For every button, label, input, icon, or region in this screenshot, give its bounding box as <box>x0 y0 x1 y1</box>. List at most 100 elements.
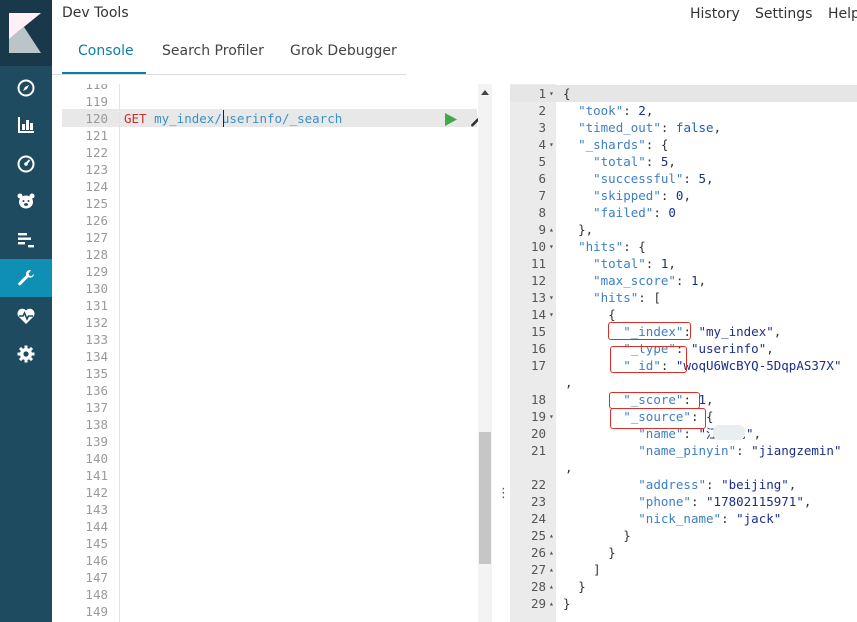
editor-line-number: 127 <box>85 230 108 245</box>
output-line-number: 16 <box>530 341 546 356</box>
editor-scrollbar[interactable] <box>478 84 492 622</box>
editor-line-number: 146 <box>85 553 108 568</box>
tab-grok-debugger[interactable]: Grok Debugger <box>290 43 397 59</box>
editor-line-number: 147 <box>85 570 108 585</box>
fold-arrow-up-icon[interactable]: ▴ <box>549 595 556 612</box>
output-line-number: 5 <box>538 154 546 169</box>
output-line-number: 10 <box>530 239 546 254</box>
output-line-number: 11 <box>530 256 546 271</box>
editor-line-number: 131 <box>85 298 108 313</box>
scroll-up-arrow-icon[interactable] <box>481 90 489 95</box>
nav-dashboard[interactable] <box>0 145 52 183</box>
annotation-score-box <box>609 392 700 409</box>
compass-icon <box>17 79 35 97</box>
output-line-number: 27 <box>530 562 546 577</box>
kibana-logo[interactable] <box>0 0 52 66</box>
fold-arrow-down-icon[interactable]: ▾ <box>549 238 556 255</box>
editor-line-number: 139 <box>85 434 108 449</box>
editor-line-number: 133 <box>85 332 108 347</box>
editor-line-number: 118 <box>85 84 108 92</box>
fold-arrow-down-icon[interactable]: ▾ <box>549 306 556 323</box>
nav-monitoring[interactable] <box>0 297 52 335</box>
output-line-number: 8 <box>538 205 546 220</box>
output-code-line: } <box>623 528 631 543</box>
output-line-number: 2 <box>538 103 546 118</box>
nav-timelion[interactable] <box>0 182 52 220</box>
settings-link[interactable]: Settings <box>755 6 812 22</box>
editor-line-number: 119 <box>85 94 108 109</box>
output-code-line: "successful": 5, <box>593 171 714 186</box>
output-code-line: "skipped": 0, <box>593 188 691 203</box>
fold-arrow-down-icon[interactable]: ▾ <box>549 85 556 102</box>
fold-arrow-up-icon[interactable]: ▴ <box>549 578 556 595</box>
output-code-line: ] <box>593 562 601 577</box>
timeline-icon <box>18 233 34 248</box>
play-icon <box>445 113 457 126</box>
output-line-number <box>510 459 546 476</box>
output-code-line: }, <box>578 222 594 237</box>
output-line-number: 18 <box>530 392 546 407</box>
request-line[interactable]: GET my_index/userinfo/_search <box>124 110 342 127</box>
request-path: my_index/userinfo/_search <box>154 111 343 126</box>
help-link[interactable]: Help <box>828 6 857 22</box>
gear-icon <box>17 345 35 363</box>
nav-dev-tools[interactable] <box>0 259 52 297</box>
nav-visualize[interactable] <box>0 106 52 144</box>
editor-line-number: 144 <box>85 519 108 534</box>
nav-apm[interactable] <box>0 221 52 259</box>
output-code-line: "_id": "woqU6WcBYQ-5DqpAS37X" <box>623 358 842 373</box>
run-request-button[interactable] <box>445 113 457 129</box>
scroll-thumb[interactable] <box>479 432 491 564</box>
editor-line-number: 129 <box>85 264 108 279</box>
editor-line-number: 125 <box>85 196 108 211</box>
editor-line-number: 124 <box>85 179 108 194</box>
fold-arrow-up-icon[interactable]: ▴ <box>549 561 556 578</box>
output-code-line: "nick_name": "jack" <box>638 511 782 526</box>
editor-line-number: 140 <box>85 451 108 466</box>
output-code-line: "address": "beijing", <box>638 477 797 492</box>
editor-line-number: 122 <box>85 145 108 160</box>
editor-line-number: 128 <box>85 247 108 262</box>
app-title: Dev Tools <box>62 5 129 21</box>
pane-resizer[interactable]: ⋮ <box>497 484 510 504</box>
output-code-line: , <box>565 375 573 390</box>
editor-line-number: 134 <box>85 349 108 364</box>
output-line-number: 25 <box>530 528 546 543</box>
tabs-divider <box>52 74 406 75</box>
fold-arrow-up-icon[interactable]: ▴ <box>549 527 556 544</box>
output-line-number: 24 <box>530 511 546 526</box>
output-line-number: 9 <box>538 222 546 237</box>
editor-line-number: 132 <box>85 315 108 330</box>
output-code-line: } <box>608 545 616 560</box>
output-code-line: { <box>608 307 616 322</box>
fold-arrow-down-icon[interactable]: ▾ <box>549 136 556 153</box>
output-code-line: "failed": 0 <box>593 205 676 220</box>
editor-line-number: 121 <box>85 128 108 143</box>
editor-line-number: 130 <box>85 281 108 296</box>
fold-arrow-down-icon[interactable]: ▾ <box>549 408 556 425</box>
editor-line-number: 141 <box>85 468 108 483</box>
fold-arrow-down-icon[interactable]: ▾ <box>549 289 556 306</box>
output-code-line: "hits": [ <box>593 290 661 305</box>
output-line-number: 3 <box>538 120 546 135</box>
editor-line-number: 149 <box>85 604 108 619</box>
request-method: GET <box>124 111 147 126</box>
tab-console[interactable]: Console <box>78 43 134 59</box>
output-code-line: "total": 5, <box>593 154 676 169</box>
fold-arrow-up-icon[interactable]: ▴ <box>549 221 556 238</box>
output-line-number: 7 <box>538 188 546 203</box>
fold-arrow-up-icon[interactable]: ▴ <box>549 544 556 561</box>
text-cursor <box>223 110 224 127</box>
wrench-icon <box>18 270 34 286</box>
history-link[interactable]: History <box>690 6 740 22</box>
tab-search-profiler[interactable]: Search Profiler <box>162 43 264 59</box>
nav-discover[interactable] <box>0 69 52 107</box>
output-code-line: "phone": "17802115971", <box>638 494 812 509</box>
output-line-number: 15 <box>530 324 546 339</box>
output-line-number: 26 <box>530 545 546 560</box>
request-editor[interactable]: 118 119 120 121 122 123 124 125 126 127 128 129 130 1… <box>62 84 492 622</box>
output-line-number: 20 <box>530 426 546 441</box>
nav-management[interactable] <box>0 335 52 373</box>
output-code-line: "_shards": { <box>578 137 669 152</box>
sidebar <box>0 0 52 622</box>
